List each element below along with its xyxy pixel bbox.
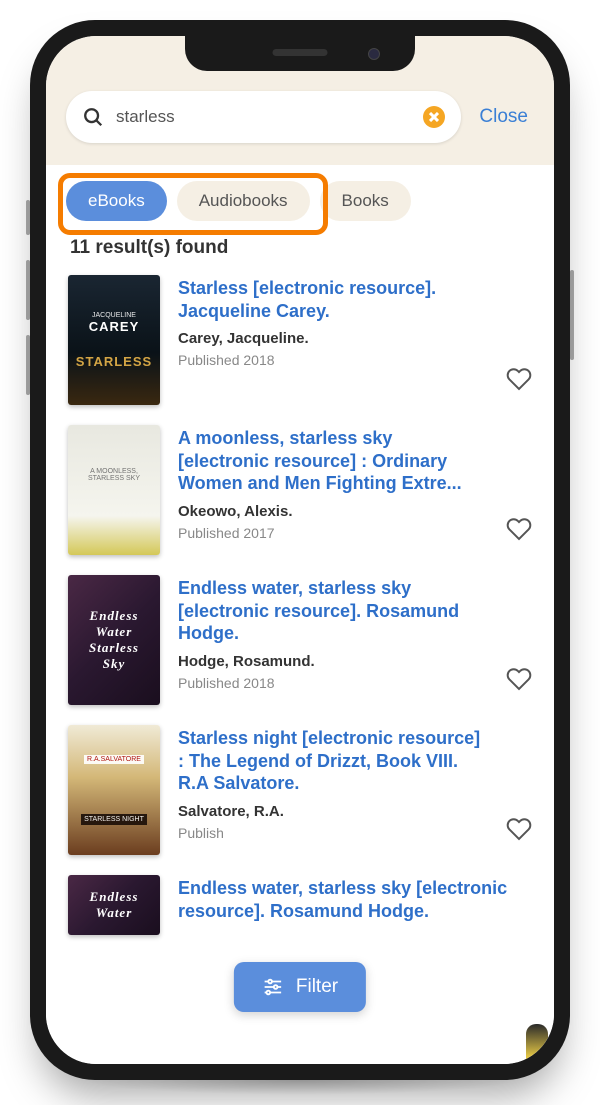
result-title[interactable]: Endless water, starless sky [electronic … [178, 877, 532, 922]
book-cover: R.A.SALVATORE STARLESS NIGHT [68, 725, 160, 855]
heart-icon [506, 516, 532, 542]
content-area: eBooks Audiobooks Books 11 result(s) fou… [46, 165, 554, 1064]
result-title[interactable]: Endless water, starless sky [electronic … [178, 577, 488, 645]
results-list[interactable]: JACQUELINE CAREY STARLESS Starless [elec… [46, 265, 554, 935]
heart-icon [506, 366, 532, 392]
tab-audiobooks[interactable]: Audiobooks [177, 181, 310, 221]
favorite-button[interactable] [506, 756, 532, 847]
close-search-link[interactable]: Close [479, 106, 534, 128]
tab-books[interactable]: Books [320, 181, 411, 221]
search-icon [82, 106, 104, 128]
book-cover: Endless Water Starless Sky [68, 575, 160, 705]
filter-button[interactable]: Filter [234, 962, 366, 1012]
result-author: Salvatore, R.A. [178, 803, 488, 820]
heart-icon [506, 666, 532, 692]
result-item[interactable]: Endless Water Endless water, starless sk… [46, 865, 554, 935]
filter-icon [262, 976, 284, 998]
phone-notch [185, 36, 415, 71]
book-cover: JACQUELINE CAREY STARLESS [68, 275, 160, 405]
result-title[interactable]: A moonless, starless sky [electronic res… [178, 427, 488, 495]
book-cover: A MOONLESS, STARLESS SKY [68, 425, 160, 555]
phone-mockup: starless Close eBooks Audiobooks B [30, 20, 570, 1080]
favorite-button[interactable] [506, 306, 532, 397]
result-item[interactable]: JACQUELINE CAREY STARLESS Starless [elec… [46, 265, 554, 415]
result-author: Okeowo, Alexis. [178, 503, 488, 520]
result-title[interactable]: Starless [electronic resource]. Jacqueli… [178, 277, 488, 322]
favorite-button[interactable] [506, 456, 532, 547]
search-bar[interactable]: starless [66, 91, 461, 143]
format-tabs: eBooks Audiobooks Books [66, 181, 534, 221]
result-title[interactable]: Starless night [electronic resource] : T… [178, 727, 488, 795]
app-screen: starless Close eBooks Audiobooks B [46, 36, 554, 1064]
result-published: Publish [178, 825, 488, 841]
results-count: 11 result(s) found [46, 227, 554, 265]
favorite-button[interactable] [506, 606, 532, 697]
book-cover: Endless Water [68, 875, 160, 935]
result-published: Published 2017 [178, 525, 488, 541]
result-item[interactable]: A MOONLESS, STARLESS SKY A moonless, sta… [46, 415, 554, 565]
result-published: Published 2018 [178, 352, 488, 368]
result-published: Published 2018 [178, 675, 488, 691]
clear-search-button[interactable] [423, 106, 445, 128]
close-icon [429, 112, 439, 122]
heart-icon [506, 816, 532, 842]
result-author: Hodge, Rosamund. [178, 653, 488, 670]
result-author: Carey, Jacqueline. [178, 330, 488, 347]
result-item[interactable]: R.A.SALVATORE STARLESS NIGHT Starless ni… [46, 715, 554, 865]
result-item[interactable]: Endless Water Starless Sky Endless water… [46, 565, 554, 715]
search-query-text: starless [116, 107, 423, 127]
filter-label: Filter [296, 976, 338, 998]
tab-ebooks[interactable]: eBooks [66, 181, 167, 221]
